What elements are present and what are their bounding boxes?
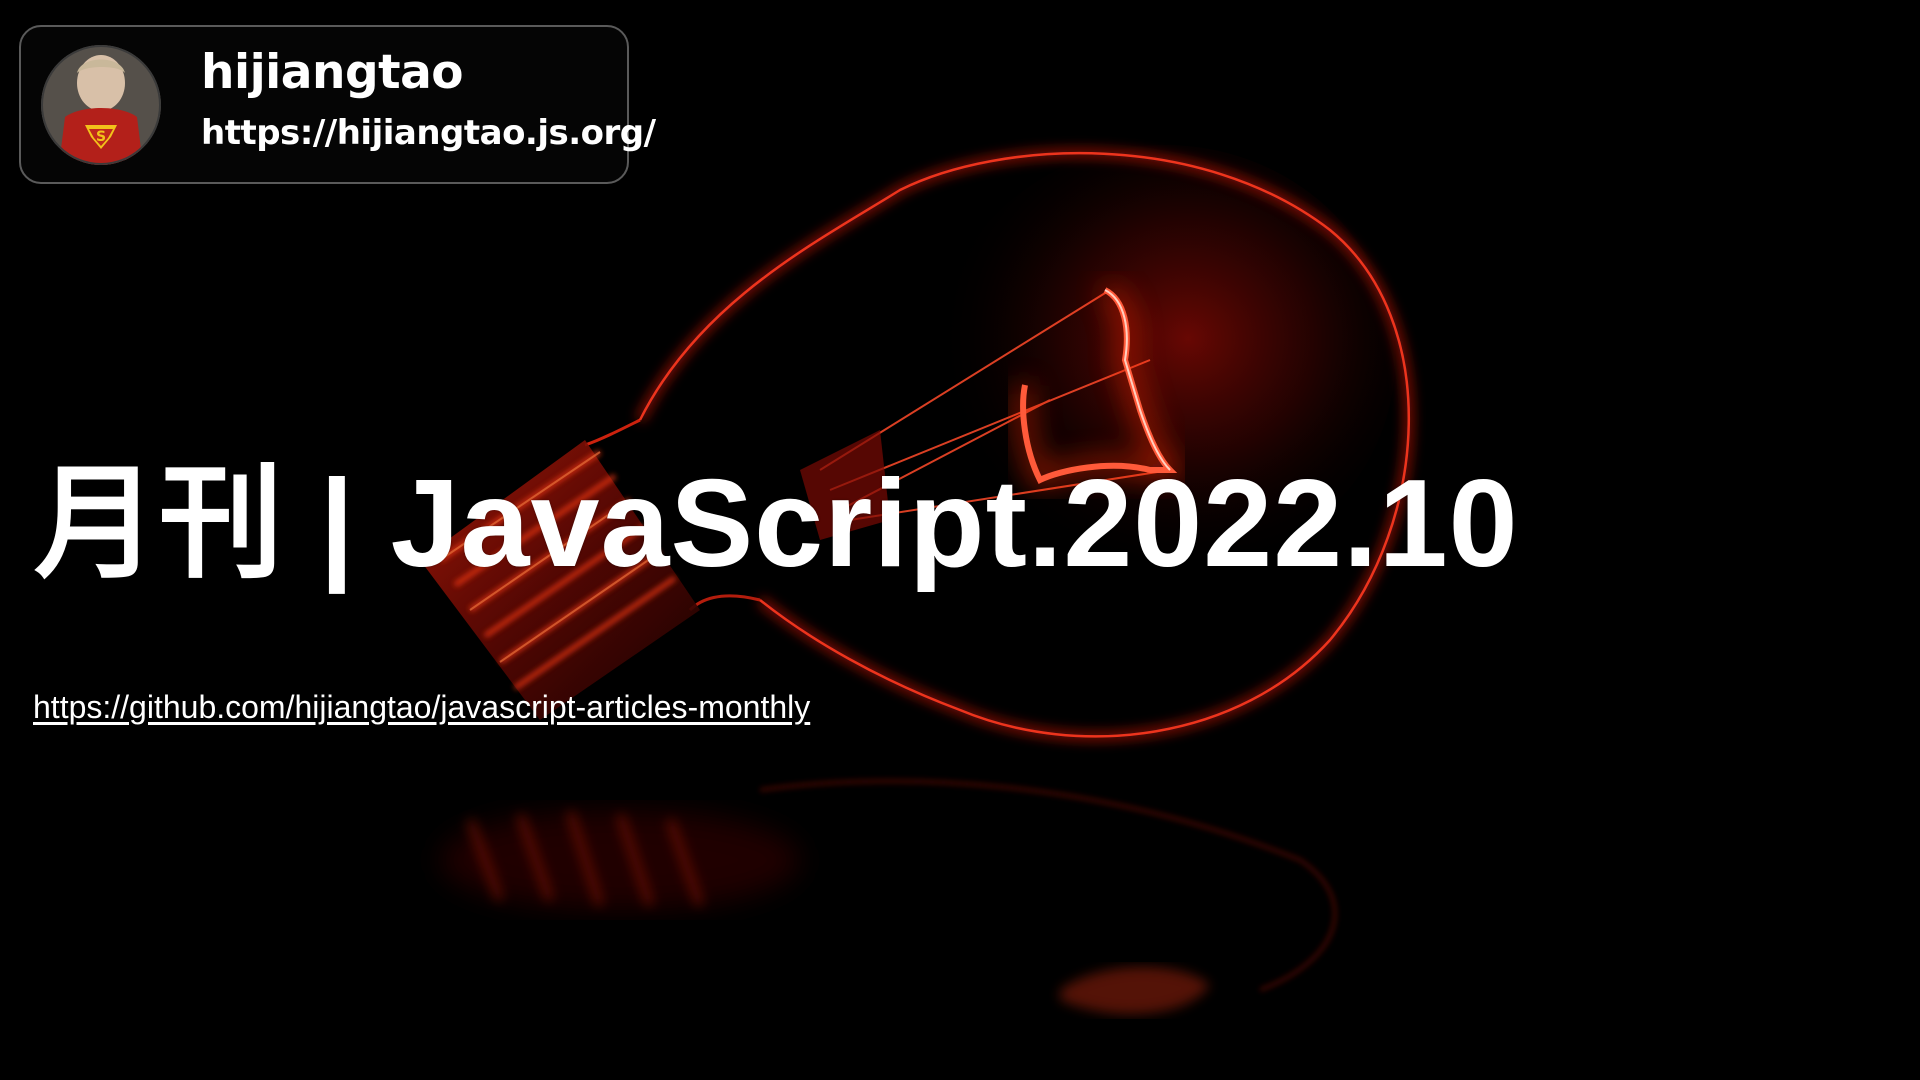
slide: S hijiangtao https://hijiangtao.js.org/ … — [0, 0, 1920, 1080]
slide-title: 月刊 | JavaScript.2022.10 — [34, 455, 1519, 593]
author-name: hijiangtao — [201, 45, 464, 100]
repo-link[interactable]: https://github.com/hijiangtao/javascript… — [33, 689, 810, 726]
svg-text:S: S — [96, 129, 106, 145]
superman-avatar-icon: S — [41, 45, 161, 165]
author-url[interactable]: https://hijiangtao.js.org/ — [201, 113, 656, 153]
author-card[interactable]: S hijiangtao https://hijiangtao.js.org/ — [19, 25, 656, 184]
